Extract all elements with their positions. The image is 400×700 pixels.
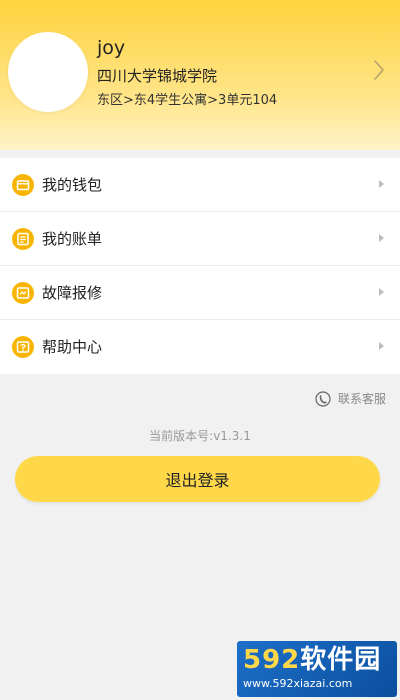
chevron-right-icon[interactable] [372,58,386,82]
watermark-logo-text: 592软件园 [243,645,381,675]
profile-name: joy [97,37,126,59]
menu-item-repair[interactable]: 故障报修 [0,266,400,320]
contact-service-link[interactable]: 联系客服 [315,388,386,407]
help-icon [12,336,34,358]
watermark-logo-label: 软件园 [300,645,382,675]
profile-header[interactable]: joy 四川大学锦城学院 东区>东4学生公寓>3单元104 [0,0,400,150]
watermark-logo-number: 592 [243,645,301,675]
avatar[interactable] [8,32,88,112]
menu-item-label: 我的钱包 [42,176,103,194]
menu-item-bill[interactable]: 我的账单 [0,212,400,266]
menu-list: 我的钱包 我的账单 故障报修 帮助中心 [0,158,400,374]
menu-item-label: 帮助中心 [42,338,103,356]
chevron-right-icon [379,234,384,242]
phone-icon [315,390,331,407]
watermark-url: www.592xiazai.com [243,677,353,690]
chevron-right-icon [379,342,384,350]
contact-service-label: 联系客服 [337,392,386,406]
profile-school: 四川大学锦城学院 [97,67,218,85]
logout-button[interactable]: 退出登录 [15,456,380,502]
menu-item-label: 我的账单 [42,230,103,248]
repair-icon [12,282,34,304]
wallet-icon [12,174,34,196]
profile-address: 东区>东4学生公寓>3单元104 [97,93,278,108]
menu-item-help[interactable]: 帮助中心 [0,320,400,374]
watermark-logo: 592软件园 www.592xiazai.com [237,641,397,697]
version-text: 当前版本号:v1.3.1 [149,429,251,443]
bill-icon [12,228,34,250]
chevron-right-icon [379,288,384,296]
chevron-right-icon [379,180,384,188]
menu-item-label: 故障报修 [42,284,103,302]
menu-item-wallet[interactable]: 我的钱包 [0,158,400,212]
